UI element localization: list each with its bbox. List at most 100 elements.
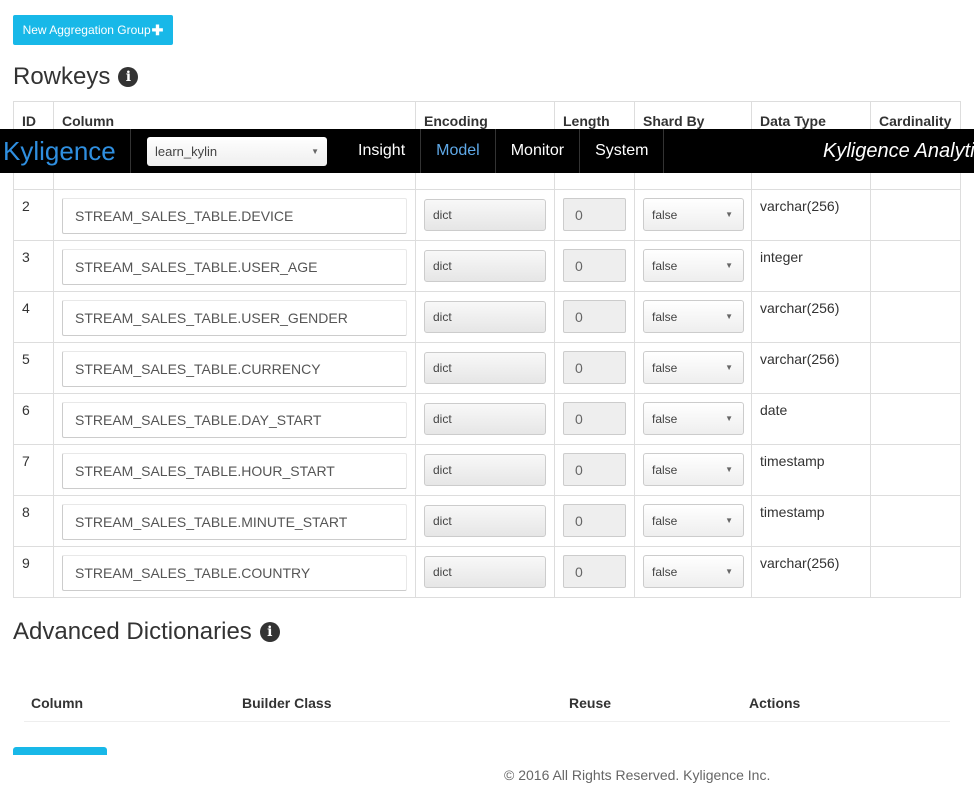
encoding-select[interactable]: dict bbox=[424, 199, 546, 231]
length-field[interactable]: 0 bbox=[563, 555, 626, 588]
row-cardinality bbox=[870, 393, 961, 445]
encoding-select[interactable]: dict bbox=[424, 352, 546, 384]
shard-by-select[interactable]: false ▼ bbox=[643, 351, 744, 384]
new-aggregation-group-label: New Aggregation Group bbox=[22, 23, 151, 37]
column-field[interactable] bbox=[62, 198, 407, 234]
chevron-down-icon: ▼ bbox=[725, 567, 733, 576]
row-shard-cell: false ▼ bbox=[634, 342, 752, 394]
row-id: 9 bbox=[13, 546, 54, 598]
row-encoding-cell: dict bbox=[415, 393, 555, 445]
encoding-select[interactable]: dict bbox=[424, 505, 546, 537]
row-data-type: varchar(256) bbox=[751, 291, 871, 343]
footer-copyright: © 2016 All Rights Reserved. Kyligence In… bbox=[504, 767, 771, 783]
encoding-select[interactable]: dict bbox=[424, 301, 546, 333]
length-field[interactable]: 0 bbox=[563, 402, 626, 435]
row-id: 3 bbox=[13, 240, 54, 292]
project-select-value: learn_kylin bbox=[155, 143, 218, 159]
row-shard-cell: false ▼ bbox=[634, 495, 752, 547]
shard-by-select[interactable]: false ▼ bbox=[643, 249, 744, 282]
row-id: 7 bbox=[13, 444, 54, 496]
info-icon[interactable]: i bbox=[259, 622, 280, 642]
adv-header-reuse: Reuse bbox=[569, 695, 612, 711]
length-field-value: 0 bbox=[575, 563, 583, 580]
row-encoding-cell: dict bbox=[415, 495, 555, 547]
row-column-cell bbox=[53, 342, 416, 394]
encoding-select-value: dict bbox=[433, 412, 452, 426]
shard-by-select[interactable]: false ▼ bbox=[643, 555, 744, 588]
length-field-value: 0 bbox=[575, 512, 583, 529]
row-cardinality bbox=[870, 189, 961, 241]
rowkeys-title-text: Rowkeys bbox=[13, 63, 111, 90]
shard-by-select[interactable]: false ▼ bbox=[643, 402, 744, 435]
advanced-dictionaries-title: Advanced Dictionaries i bbox=[13, 618, 280, 646]
row-column-cell bbox=[53, 444, 416, 496]
length-field[interactable]: 0 bbox=[563, 453, 626, 486]
shard-by-select-value: false bbox=[652, 360, 678, 375]
new-aggregation-group-button[interactable]: New Aggregation Group ✚ bbox=[13, 15, 173, 45]
row-id: 6 bbox=[13, 393, 54, 445]
brand-logo[interactable]: Kyligence bbox=[0, 129, 131, 173]
info-icon[interactable]: i bbox=[118, 67, 139, 87]
rowkeys-table: ID Column Encoding Length Shard By Data … bbox=[13, 101, 961, 598]
column-field[interactable] bbox=[62, 351, 407, 387]
shard-by-select[interactable]: false ▼ bbox=[643, 198, 744, 231]
column-field[interactable] bbox=[62, 402, 407, 438]
row-shard-cell: false ▼ bbox=[634, 189, 752, 241]
encoding-select[interactable]: dict bbox=[424, 556, 546, 588]
chevron-down-icon: ▼ bbox=[725, 312, 733, 321]
encoding-select[interactable]: dict bbox=[424, 250, 546, 282]
row-shard-cell: false ▼ bbox=[634, 444, 752, 496]
row-length-cell: 0 bbox=[554, 495, 635, 547]
column-field[interactable] bbox=[62, 453, 407, 489]
length-field-value: 0 bbox=[575, 206, 583, 223]
row-length-cell: 0 bbox=[554, 291, 635, 343]
length-field-value: 0 bbox=[575, 410, 583, 427]
row-id: 4 bbox=[13, 291, 54, 343]
length-field[interactable]: 0 bbox=[563, 504, 626, 537]
row-id: 8 bbox=[13, 495, 54, 547]
nav-insight[interactable]: Insight bbox=[343, 129, 422, 173]
length-field-value: 0 bbox=[575, 257, 583, 274]
column-field[interactable] bbox=[62, 300, 407, 336]
shard-by-select-value: false bbox=[652, 411, 678, 426]
nav-system[interactable]: System bbox=[580, 129, 665, 173]
encoding-select[interactable]: dict bbox=[424, 403, 546, 435]
encoding-select-value: dict bbox=[433, 259, 452, 273]
table-row: 9 dict 0 false ▼ varchar(256) bbox=[13, 546, 961, 598]
row-cardinality bbox=[870, 444, 961, 496]
top-navbar: Kyligence learn_kylin ▼ Insight Model Mo… bbox=[0, 129, 974, 173]
length-field[interactable]: 0 bbox=[563, 351, 626, 384]
encoding-select[interactable]: dict bbox=[424, 454, 546, 486]
shard-by-select[interactable]: false ▼ bbox=[643, 300, 744, 333]
project-select[interactable]: learn_kylin ▼ bbox=[147, 136, 327, 166]
chevron-down-icon: ▼ bbox=[725, 414, 733, 423]
chevron-down-icon: ▼ bbox=[725, 465, 733, 474]
row-length-cell: 0 bbox=[554, 342, 635, 394]
adv-header-column: Column bbox=[31, 695, 84, 711]
length-field-value: 0 bbox=[575, 461, 583, 478]
encoding-select-value: dict bbox=[433, 514, 452, 528]
chevron-down-icon: ▼ bbox=[725, 210, 733, 219]
column-field[interactable] bbox=[62, 249, 407, 285]
column-field[interactable] bbox=[62, 555, 407, 591]
row-column-cell bbox=[53, 189, 416, 241]
row-data-type: varchar(256) bbox=[751, 342, 871, 394]
row-cardinality bbox=[870, 291, 961, 343]
table-row: 5 dict 0 false ▼ varchar(256) bbox=[13, 342, 961, 394]
chevron-down-icon: ▼ bbox=[725, 261, 733, 270]
length-field[interactable]: 0 bbox=[563, 198, 626, 231]
nav-model[interactable]: Model bbox=[421, 129, 496, 173]
length-field[interactable]: 0 bbox=[563, 300, 626, 333]
row-length-cell: 0 bbox=[554, 444, 635, 496]
length-field[interactable]: 0 bbox=[563, 249, 626, 282]
shard-by-select[interactable]: false ▼ bbox=[643, 453, 744, 486]
encoding-select-value: dict bbox=[433, 565, 452, 579]
row-id: 5 bbox=[13, 342, 54, 394]
row-data-type: varchar(256) bbox=[751, 189, 871, 241]
column-field[interactable] bbox=[62, 504, 407, 540]
shard-by-select[interactable]: false ▼ bbox=[643, 504, 744, 537]
add-dictionary-button[interactable] bbox=[13, 747, 107, 755]
shard-by-select-value: false bbox=[652, 207, 678, 222]
nav-monitor[interactable]: Monitor bbox=[496, 129, 581, 173]
row-column-cell bbox=[53, 393, 416, 445]
